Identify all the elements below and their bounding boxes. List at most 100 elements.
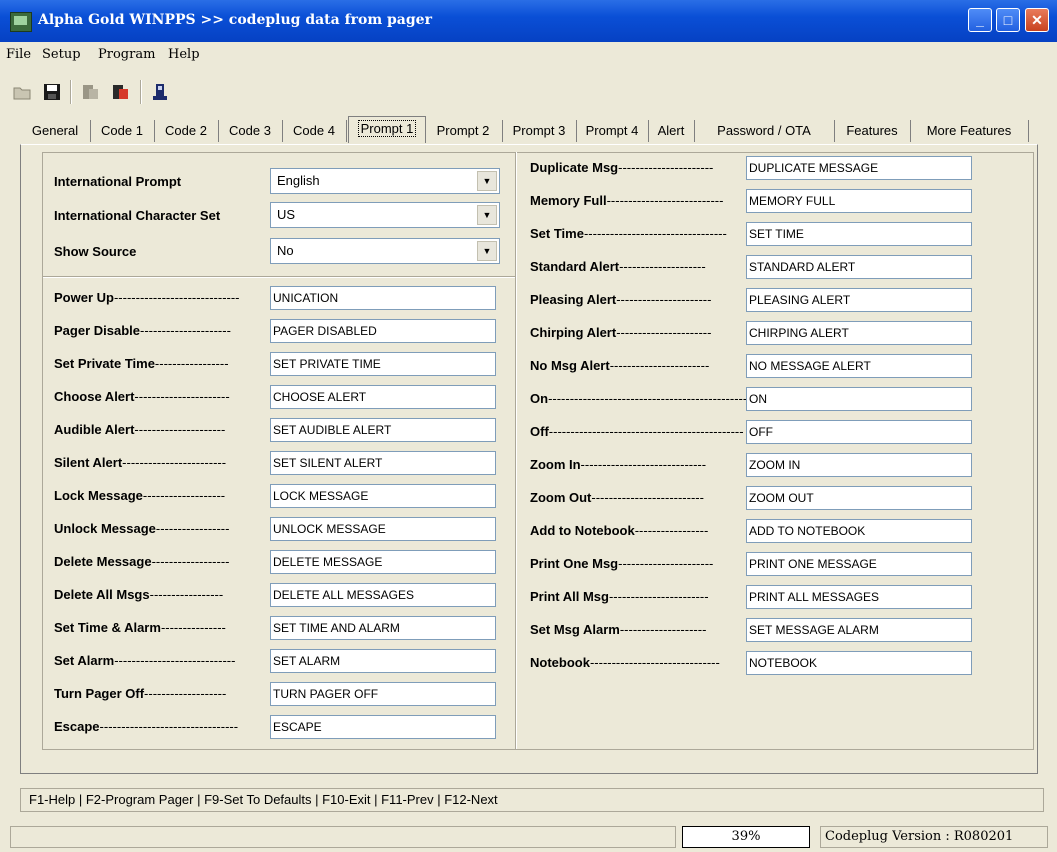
tab-code-4[interactable]: Code 4	[282, 120, 347, 142]
print-one-msg-field[interactable]: PRINT ONE MESSAGE	[746, 552, 972, 576]
set-alarm-field[interactable]: SET ALARM	[270, 649, 496, 673]
choose-alert-label-text: Choose Alert	[54, 389, 135, 404]
zoom-in-leader: -----------------------------	[580, 457, 707, 472]
toolbar	[0, 74, 1057, 110]
delete-message-field[interactable]: DELETE MESSAGE	[270, 550, 496, 574]
set-time-alarm-field[interactable]: SET TIME AND ALARM	[270, 616, 496, 640]
international-prompt-select[interactable]: English ▼	[270, 168, 500, 194]
memory-full-field[interactable]: MEMORY FULL	[746, 189, 972, 213]
memory-full-label: Memory Full---------------------------	[530, 193, 746, 208]
international-charset-label: International Character Set	[54, 208, 221, 223]
duplicate-msg-field[interactable]: DUPLICATE MESSAGE	[746, 156, 972, 180]
menu-setup[interactable]: Setup	[42, 47, 81, 62]
set-private-time-leader: -----------------	[154, 356, 229, 371]
power-up-leader: -----------------------------	[113, 290, 240, 305]
app-icon[interactable]	[10, 12, 32, 32]
lock-message-field[interactable]: LOCK MESSAGE	[270, 484, 496, 508]
print-all-msg-field[interactable]: PRINT ALL MESSAGES	[746, 585, 972, 609]
chevron-down-icon[interactable]: ▼	[477, 205, 497, 225]
menu-file[interactable]: File	[6, 47, 31, 62]
tab-prompt-1[interactable]: Prompt 1	[348, 116, 426, 143]
menu-help[interactable]: Help	[168, 47, 200, 62]
set-time-label: Set Time--------------------------------…	[530, 226, 746, 241]
menu-program[interactable]: Program	[98, 47, 155, 62]
tab-code-3[interactable]: Code 3	[218, 120, 283, 142]
zoom-in-field[interactable]: ZOOM IN	[746, 453, 972, 477]
audible-alert-field[interactable]: SET AUDIBLE ALERT	[270, 418, 496, 442]
international-charset-select[interactable]: US ▼	[270, 202, 500, 228]
lock-message-label-text: Lock Message	[54, 488, 143, 503]
show-source-value: No	[277, 243, 294, 258]
choose-alert-label: Choose Alert----------------------	[54, 389, 270, 404]
zoom-out-leader: --------------------------	[591, 490, 704, 505]
open-icon[interactable]	[12, 82, 32, 102]
on-field[interactable]: ON	[746, 387, 972, 411]
status-cell	[10, 826, 676, 848]
no-msg-alert-field[interactable]: NO MESSAGE ALERT	[746, 354, 972, 378]
delete-all-msgs-field[interactable]: DELETE ALL MESSAGES	[270, 583, 496, 607]
title-bar[interactable]: Alpha Gold WINPPS >> codeplug data from …	[0, 0, 1057, 42]
tab-prompt-3[interactable]: Prompt 3	[502, 120, 577, 142]
power-up-field[interactable]: UNICATION	[270, 286, 496, 310]
turn-pager-off-label: Turn Pager Off-------------------	[54, 686, 270, 701]
show-source-select[interactable]: No ▼	[270, 238, 500, 264]
delete-message-leader: ------------------	[151, 554, 230, 569]
pleasing-alert-field[interactable]: PLEASING ALERT	[746, 288, 972, 312]
tab-features[interactable]: Features	[834, 120, 911, 142]
chirping-alert-label: Chirping Alert----------------------	[530, 325, 746, 340]
silent-alert-label-text: Silent Alert	[54, 455, 123, 470]
maximize-button[interactable]: □	[996, 8, 1020, 32]
set-time-alarm-leader: ---------------	[160, 620, 226, 635]
no-msg-alert-leader: -----------------------	[609, 358, 710, 373]
memory-full-label-text: Memory Full	[530, 193, 607, 208]
read-pager-icon[interactable]	[80, 82, 100, 102]
add-to-notebook-field[interactable]: ADD TO NOTEBOOK	[746, 519, 972, 543]
save-icon[interactable]	[42, 82, 62, 102]
tab-code-1[interactable]: Code 1	[90, 120, 155, 142]
show-source-label: Show Source	[54, 244, 137, 259]
notebook-field[interactable]: NOTEBOOK	[746, 651, 972, 675]
tab-general[interactable]: General	[20, 120, 91, 142]
unlock-message-label: Unlock Message-----------------	[54, 521, 270, 536]
pager-icon[interactable]	[150, 82, 170, 102]
close-button[interactable]: ✕	[1025, 8, 1049, 32]
pager-disable-field[interactable]: PAGER DISABLED	[270, 319, 496, 343]
tab-alert[interactable]: Alert	[648, 120, 695, 142]
tab-code-2[interactable]: Code 2	[154, 120, 219, 142]
set-time-alarm-label-text: Set Time & Alarm	[54, 620, 161, 635]
progress-bar: 39%	[682, 826, 810, 848]
write-pager-icon[interactable]	[110, 82, 130, 102]
choose-alert-field[interactable]: CHOOSE ALERT	[270, 385, 496, 409]
notebook-label-text: Notebook	[530, 655, 590, 670]
chevron-down-icon[interactable]: ▼	[477, 241, 497, 261]
set-msg-alarm-field[interactable]: SET MESSAGE ALARM	[746, 618, 972, 642]
tab-more-features[interactable]: More Features	[910, 120, 1029, 142]
set-private-time-label-text: Set Private Time	[54, 356, 155, 371]
chirping-alert-field[interactable]: CHIRPING ALERT	[746, 321, 972, 345]
escape-field[interactable]: ESCAPE	[270, 715, 496, 739]
turn-pager-off-leader: -------------------	[144, 686, 227, 701]
codeplug-version: Codeplug Version : R080201	[820, 826, 1048, 848]
duplicate-msg-leader: ----------------------	[618, 160, 714, 175]
tab-prompt-4[interactable]: Prompt 4	[576, 120, 649, 142]
add-to-notebook-leader: -----------------	[634, 523, 709, 538]
tab-prompt-2[interactable]: Prompt 2	[424, 120, 503, 142]
set-time-alarm-label: Set Time & Alarm---------------	[54, 620, 270, 635]
pleasing-alert-leader: ----------------------	[616, 292, 712, 307]
zoom-out-field[interactable]: ZOOM OUT	[746, 486, 972, 510]
off-label-text: Off	[530, 424, 549, 439]
standard-alert-field[interactable]: STANDARD ALERT	[746, 255, 972, 279]
hotkey-bar: F1-Help | F2-Program Pager | F9-Set To D…	[20, 788, 1044, 812]
set-private-time-field[interactable]: SET PRIVATE TIME	[270, 352, 496, 376]
minimize-button[interactable]: _	[968, 8, 992, 32]
off-field[interactable]: OFF	[746, 420, 972, 444]
set-time-field[interactable]: SET TIME	[746, 222, 972, 246]
chevron-down-icon[interactable]: ▼	[477, 171, 497, 191]
print-all-msg-label-text: Print All Msg	[530, 589, 609, 604]
silent-alert-field[interactable]: SET SILENT ALERT	[270, 451, 496, 475]
unlock-message-field[interactable]: UNLOCK MESSAGE	[270, 517, 496, 541]
turn-pager-off-field[interactable]: TURN PAGER OFF	[270, 682, 496, 706]
tab-password-ota[interactable]: Password / OTA	[694, 120, 835, 142]
delete-all-msgs-label: Delete All Msgs-----------------	[54, 587, 270, 602]
turn-pager-off-label-text: Turn Pager Off	[54, 686, 145, 701]
